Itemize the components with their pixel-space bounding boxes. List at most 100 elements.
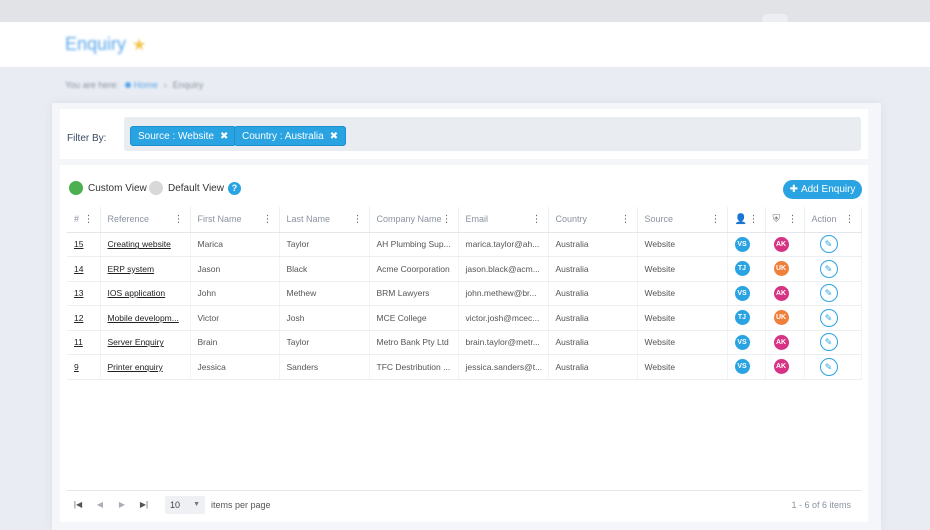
default-view-toggle[interactable]: Default View (149, 181, 224, 195)
source-cell: Website (637, 354, 728, 380)
action-cell: ✎ (804, 256, 862, 282)
table-row[interactable]: 15 Creating website Marica Taylor AH Plumbin… (67, 232, 862, 257)
table-row[interactable]: 14 ERP system Jason Black Acme Coorporation j… (67, 256, 862, 282)
email-cell: jason.black@acm... (458, 256, 549, 282)
chevron-down-icon: ▼ (193, 501, 200, 508)
col-header-num[interactable]: # ⋮ (67, 207, 101, 233)
custom-view-radio[interactable] (69, 181, 83, 195)
edit-icon[interactable]: ✎ (819, 357, 838, 376)
kebab-icon[interactable]: ⋮ (788, 215, 798, 225)
first-name-cell: Jessica (190, 354, 280, 380)
table-row[interactable]: 13 IOS application John Methew BRM Lawyers jo… (67, 281, 862, 306)
col-header-country[interactable]: Country ⋮ (548, 207, 638, 233)
col-header-owner[interactable]: ⛨ ⋮ (765, 207, 805, 233)
table-row[interactable]: 12 Mobile developm... Victor Josh MCE Colleg… (67, 305, 862, 331)
kebab-icon[interactable]: ⋮ (532, 215, 542, 225)
edit-icon[interactable]: ✎ (819, 259, 838, 278)
company-cell: TFC Destribution ... (369, 354, 459, 380)
top-band (0, 0, 930, 24)
col-header-company-name[interactable]: Company Name ⋮ (369, 207, 459, 233)
table-row[interactable]: 11 Server Enquiry Brain Taylor Metro Bank Pt… (67, 330, 862, 355)
reference-link[interactable]: Server Enquiry (100, 330, 191, 355)
kebab-icon[interactable]: ⋮ (442, 215, 452, 225)
first-name-cell: Victor (190, 305, 280, 331)
assignee-avatar[interactable]: VS (734, 285, 750, 301)
edit-icon[interactable]: ✎ (819, 284, 838, 303)
kebab-icon[interactable]: ⋮ (845, 215, 855, 225)
help-icon[interactable]: ? (228, 182, 241, 195)
edit-icon[interactable]: ✎ (819, 333, 838, 352)
assignee-avatar[interactable]: VS (734, 334, 750, 350)
owner-avatar[interactable]: UK (773, 310, 789, 326)
kebab-icon[interactable]: ⋮ (174, 215, 184, 225)
col-header-reference[interactable]: Reference ⋮ (100, 207, 191, 233)
assignee-avatar[interactable]: TJ (734, 261, 750, 277)
col-header-action[interactable]: Action ⋮ (804, 207, 862, 233)
custom-view-toggle[interactable]: Custom View (69, 181, 147, 195)
breadcrumb-current: Enquiry (172, 80, 204, 90)
company-cell: Metro Bank Pty Ltd (369, 330, 459, 355)
col-header-label: Company Name (376, 214, 442, 225)
filter-chip-source[interactable]: Source : Website ✖ (130, 126, 237, 146)
close-icon[interactable]: ✖ (220, 131, 228, 142)
last-page-icon[interactable]: ▶| (133, 500, 155, 509)
col-header-assignee[interactable]: 👤 ⋮ (727, 207, 766, 233)
source-cell: Website (637, 281, 728, 306)
row-number-link[interactable]: 11 (67, 330, 101, 355)
breadcrumb-separator: › (163, 80, 167, 90)
owner-cell: AK (765, 281, 805, 306)
kebab-icon[interactable]: ⋮ (711, 215, 721, 225)
filter-chip-country[interactable]: Country : Australia ✖ (234, 126, 347, 146)
assignee-cell: VS (727, 281, 766, 306)
owner-avatar[interactable]: AK (773, 236, 789, 252)
default-view-radio[interactable] (149, 181, 163, 195)
kebab-icon[interactable]: ⋮ (353, 215, 363, 225)
col-header-email[interactable]: Email ⋮ (458, 207, 549, 233)
email-cell: marica.taylor@ah... (458, 232, 549, 257)
grid-toolbar: Custom View Default View ? ✚ Add Enquiry (60, 165, 868, 205)
kebab-icon[interactable]: ⋮ (621, 215, 631, 225)
page-size-value: 10 (170, 499, 181, 510)
country-cell: Australia (548, 281, 638, 306)
assignee-cell: VS (727, 330, 766, 355)
row-number-link[interactable]: 14 (67, 256, 101, 282)
kebab-icon[interactable]: ⋮ (84, 215, 94, 225)
owner-avatar[interactable]: AK (773, 359, 789, 375)
action-cell: ✎ (804, 281, 862, 306)
owner-avatar[interactable]: AK (773, 334, 789, 350)
star-icon[interactable]: ★ (132, 35, 146, 55)
assignee-avatar[interactable]: VS (734, 359, 750, 375)
kebab-icon[interactable]: ⋮ (263, 215, 273, 225)
next-page-icon[interactable]: ▶ (111, 500, 133, 509)
breadcrumb-home[interactable]: Home (124, 80, 158, 90)
reference-link[interactable]: IOS application (100, 281, 191, 306)
table-row[interactable]: 9 Printer enquiry Jessica Sanders TFC Destri… (67, 354, 862, 380)
reference-link[interactable]: ERP system (100, 256, 191, 282)
col-header-source[interactable]: Source ⋮ (637, 207, 728, 233)
assignee-avatar[interactable]: VS (734, 236, 750, 252)
reference-link[interactable]: Printer enquiry (100, 354, 191, 380)
add-enquiry-label: Add Enquiry (800, 184, 856, 195)
prev-page-icon[interactable]: ◀ (89, 500, 111, 509)
col-header-last-name[interactable]: Last Name ⋮ (279, 207, 370, 233)
row-number-link[interactable]: 9 (67, 354, 101, 380)
page-size-select[interactable]: 10 ▼ (165, 495, 205, 514)
assignee-avatar[interactable]: TJ (734, 310, 750, 326)
reference-link[interactable]: Creating website (100, 232, 191, 257)
filter-box[interactable]: Source : Website ✖ Country : Australia ✖ (124, 117, 861, 151)
user-lock-icon: 👤 (734, 213, 747, 225)
kebab-icon[interactable]: ⋮ (749, 215, 759, 225)
close-icon[interactable]: ✖ (330, 131, 338, 142)
edit-icon[interactable]: ✎ (819, 235, 838, 254)
row-number-link[interactable]: 15 (67, 232, 101, 257)
reference-link[interactable]: Mobile developm... (100, 305, 191, 331)
row-number-link[interactable]: 12 (67, 305, 101, 331)
col-header-first-name[interactable]: First Name ⋮ (190, 207, 280, 233)
owner-avatar[interactable]: UK (773, 261, 789, 277)
add-enquiry-button[interactable]: ✚ Add Enquiry (783, 180, 862, 199)
row-number-link[interactable]: 13 (67, 281, 101, 306)
first-page-icon[interactable]: |◀ (67, 500, 89, 509)
owner-avatar[interactable]: AK (773, 285, 789, 301)
email-cell: victor.josh@mcec... (458, 305, 549, 331)
edit-icon[interactable]: ✎ (819, 308, 838, 327)
